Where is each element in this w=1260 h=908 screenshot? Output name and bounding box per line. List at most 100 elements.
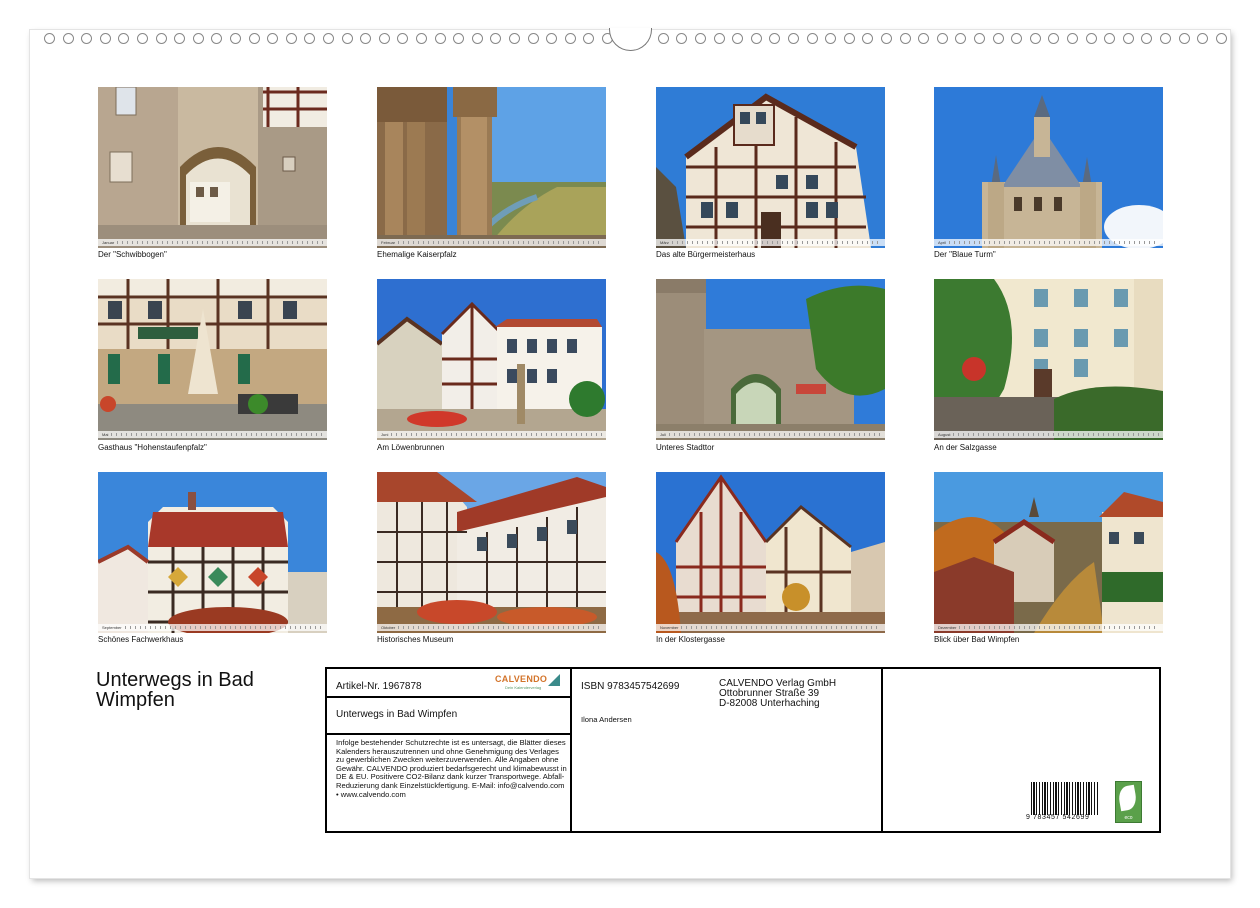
binding-ring <box>750 33 762 44</box>
photo-caption: Ehemalige Kaiserpfalz <box>377 250 457 259</box>
author: Ilona Andersen <box>581 715 632 724</box>
calvendo-logo-sub: Dein Kalenderverlag <box>505 685 542 690</box>
binding-ring <box>1215 33 1227 44</box>
photo-june: Juni <box>377 279 606 440</box>
binding-ring <box>1178 33 1190 44</box>
binding-ring <box>118 33 130 44</box>
photo-caption: Unteres Stadttor <box>656 443 715 452</box>
month-label: Juli <box>660 432 667 437</box>
month-label: Oktober <box>381 625 396 630</box>
binding-ring <box>230 33 241 44</box>
binding-ring <box>862 33 874 44</box>
binding-ring <box>1011 33 1023 44</box>
photo-may: Mai <box>98 279 327 440</box>
photo-caption: An der Salzgasse <box>934 443 997 452</box>
binding-ring <box>62 33 74 44</box>
binding-ring <box>44 33 55 44</box>
photo-july: Juli <box>656 279 885 440</box>
binding-ring <box>974 33 985 44</box>
binding-ring <box>304 33 316 44</box>
month-label: September <box>102 625 122 630</box>
month-label: Dezember <box>938 625 957 630</box>
binding-ring <box>788 33 799 44</box>
photo-caption: Historisches Museum <box>377 635 454 644</box>
photo-caption: Blick über Bad Wimpfen <box>934 635 1020 644</box>
month-label: Februar <box>381 240 396 245</box>
photo-caption: Am Löwenbrunnen <box>377 443 445 452</box>
binding-ring <box>564 33 576 44</box>
binding-ring <box>1197 33 1209 44</box>
binding-ring <box>248 33 260 44</box>
barcode-number: 9 783457 542699 <box>1026 814 1090 821</box>
photo-september: September <box>98 472 327 633</box>
divider <box>881 667 883 833</box>
binding-ring <box>137 33 148 44</box>
binding-ring <box>825 33 837 44</box>
barcode <box>1031 782 1099 815</box>
binding-ring <box>285 33 297 44</box>
binding-ring <box>192 33 204 44</box>
article-number: Artikel-Nr. 1967878 <box>336 681 422 692</box>
binding-ring <box>881 33 892 44</box>
binding-ring <box>1048 33 1060 44</box>
divider <box>570 667 572 833</box>
month-label: Juni <box>381 432 389 437</box>
binding-ring <box>1085 33 1097 44</box>
binding-ring <box>155 33 167 44</box>
photo-caption: Das alte Bürgermeisterhaus <box>656 250 756 259</box>
binding-ring <box>360 33 372 44</box>
binding-ring <box>341 33 353 44</box>
binding-ring <box>955 33 967 44</box>
calendar-title: Unterwegs in Bad Wimpfen <box>96 669 254 711</box>
photo-caption: Der "Blaue Turm" <box>934 250 996 259</box>
legal-text: Infolge bestehender Schutzrechte ist es … <box>336 738 567 799</box>
month-label: Januar <box>102 240 115 245</box>
photo-march: März <box>656 87 885 248</box>
binding-ring <box>806 33 818 44</box>
binding-ring <box>899 33 911 44</box>
binding-ring <box>453 33 465 44</box>
binding-ring <box>471 33 483 44</box>
month-label: März <box>660 240 669 245</box>
binding-ring <box>695 33 706 44</box>
publisher-line: D-82008 Unterhaching <box>719 698 820 709</box>
binding-ring <box>378 33 390 44</box>
binding-ring <box>583 33 595 44</box>
binding-ring <box>992 33 1004 44</box>
binding-ring <box>918 33 930 44</box>
month-label: August <box>938 432 951 437</box>
binding-ring <box>211 33 223 44</box>
binding-ring <box>676 33 688 44</box>
binding-ring <box>434 33 446 44</box>
binding-ring <box>527 33 539 44</box>
binding-ring <box>1067 33 1078 44</box>
binding-ring <box>1141 33 1153 44</box>
binding-ring <box>267 33 279 44</box>
binding-ring <box>509 33 520 44</box>
binding-ring <box>397 33 409 44</box>
publisher-address: CALVENDO Verlag GmbH Ottobrunner Straße … <box>719 679 836 709</box>
binding-ring <box>174 33 186 44</box>
binding-ring <box>1122 33 1134 44</box>
binding-ring <box>323 33 334 44</box>
binding-ring <box>416 33 427 44</box>
product-title: Unterwegs in Bad Wimpfen <box>336 709 458 720</box>
photo-caption: Der "Schwibbogen" <box>98 250 167 259</box>
eco-label-text: eco <box>1124 815 1133 821</box>
divider <box>325 696 571 698</box>
photo-caption: Schönes Fachwerkhaus <box>98 635 184 644</box>
photo-december: Dezember <box>934 472 1163 633</box>
photo-february: Februar <box>377 87 606 248</box>
photo-january: Januar <box>98 87 327 248</box>
eco-label-icon: eco <box>1115 781 1142 823</box>
binding-ring <box>1104 33 1116 44</box>
photo-april: April <box>934 87 1163 248</box>
binding-ring <box>657 33 669 44</box>
month-label: Mai <box>102 432 109 437</box>
divider <box>325 733 571 735</box>
binding-ring <box>81 33 93 44</box>
calvendo-logo: CALVENDO <box>495 674 548 684</box>
binding-ring <box>99 33 111 44</box>
photo-august: August <box>934 279 1163 440</box>
binding-ring <box>732 33 744 44</box>
